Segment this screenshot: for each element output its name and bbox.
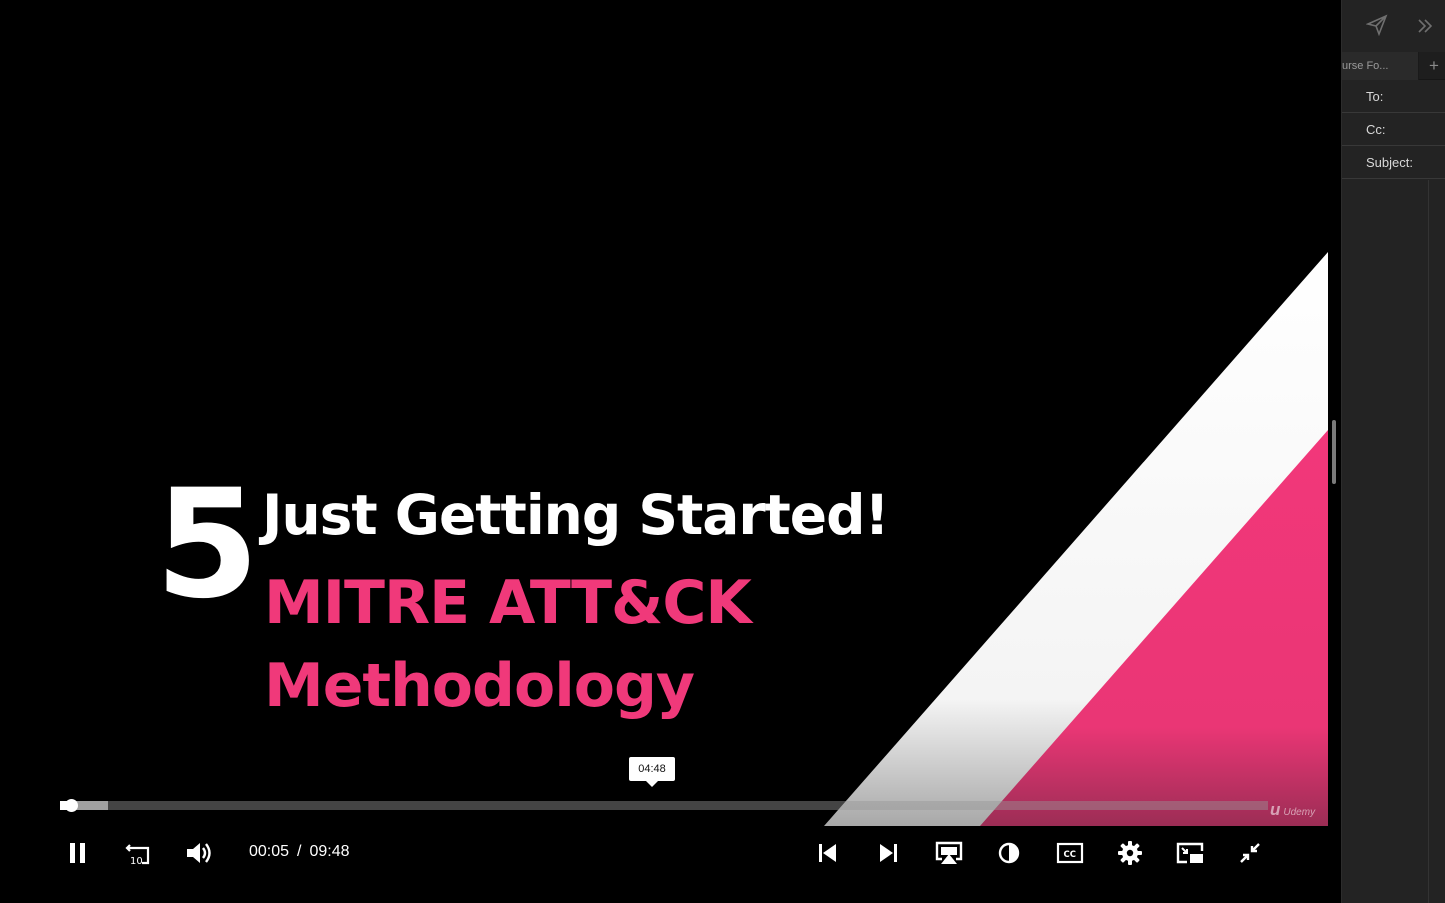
captions-button[interactable]: CC [1054, 837, 1086, 869]
previous-lecture-button[interactable] [812, 837, 844, 869]
pause-icon [70, 843, 85, 863]
contrast-icon [998, 842, 1020, 864]
slide-subtitle-line2: Methodology [264, 651, 695, 721]
duration: 09:48 [309, 843, 350, 860]
compose-tab-strip: urse Fo... + [1342, 52, 1445, 80]
airplay-button[interactable] [933, 837, 965, 869]
progress-thumb[interactable] [64, 799, 78, 812]
tab-course-forum[interactable]: urse Fo... [1342, 52, 1419, 80]
to-field[interactable]: To: [1342, 80, 1445, 113]
closed-captions-icon: CC [1056, 842, 1084, 864]
time-separator: / [297, 843, 302, 860]
volume-button[interactable] [183, 837, 215, 869]
settings-button[interactable] [1114, 837, 1146, 869]
pause-button[interactable] [62, 837, 94, 869]
picture-in-picture-icon [1176, 842, 1204, 864]
time-display: 00:05 / 09:48 [249, 843, 350, 861]
gear-icon [1118, 841, 1142, 865]
theatre-mode-button[interactable] [993, 837, 1025, 869]
rewind-10-button[interactable]: 10 [122, 837, 154, 869]
skip-next-icon [880, 844, 897, 862]
exit-fullscreen-button[interactable] [1234, 837, 1266, 869]
to-label: To: [1366, 89, 1384, 104]
chevron-double-right-icon [1418, 19, 1433, 33]
watermark-text: Udemy [1283, 807, 1316, 818]
current-time: 00:05 [249, 843, 290, 860]
cc-field[interactable]: Cc: [1342, 113, 1445, 146]
slide-subtitle-line1: MITRE ATT&CK [264, 568, 752, 638]
send-button[interactable] [1365, 14, 1388, 41]
svg-text:CC: CC [1064, 850, 1076, 860]
compose-body-divider [1428, 180, 1429, 903]
collapse-panel-button[interactable] [1416, 17, 1434, 40]
volume-icon [187, 843, 211, 863]
cc-label: Cc: [1366, 122, 1386, 137]
slide-title: Just Getting Started! [262, 483, 890, 547]
subject-label: Subject: [1366, 155, 1413, 170]
mail-compose-panel: urse Fo... + To: Cc: Subject: [1341, 0, 1445, 903]
skip-previous-icon [819, 844, 836, 862]
video-player[interactable]: 5 Just Getting Started! MITRE ATT&CK Met… [0, 0, 1341, 903]
svg-text:10: 10 [130, 856, 143, 867]
progress-hover-tooltip: 04:48 [629, 757, 675, 787]
add-tab-button[interactable]: + [1424, 56, 1444, 76]
udemy-logo-icon: u [1270, 800, 1281, 819]
rewind-10-icon: 10 [125, 844, 150, 867]
airplay-icon [935, 841, 963, 864]
scrollbar-handle[interactable] [1332, 420, 1336, 484]
progress-bar[interactable] [60, 799, 1268, 812]
send-icon [1365, 14, 1388, 37]
compose-toolbar [1342, 0, 1445, 52]
picture-in-picture-button[interactable] [1174, 837, 1206, 869]
video-frame[interactable]: 5 Just Getting Started! MITRE ATT&CK Met… [0, 0, 1328, 826]
exit-fullscreen-icon [1240, 843, 1260, 863]
slide-number: 5 [155, 458, 259, 632]
next-lecture-button[interactable] [872, 837, 904, 869]
subject-field[interactable]: Subject: [1342, 146, 1445, 179]
udemy-watermark: u Udemy [1270, 800, 1315, 820]
